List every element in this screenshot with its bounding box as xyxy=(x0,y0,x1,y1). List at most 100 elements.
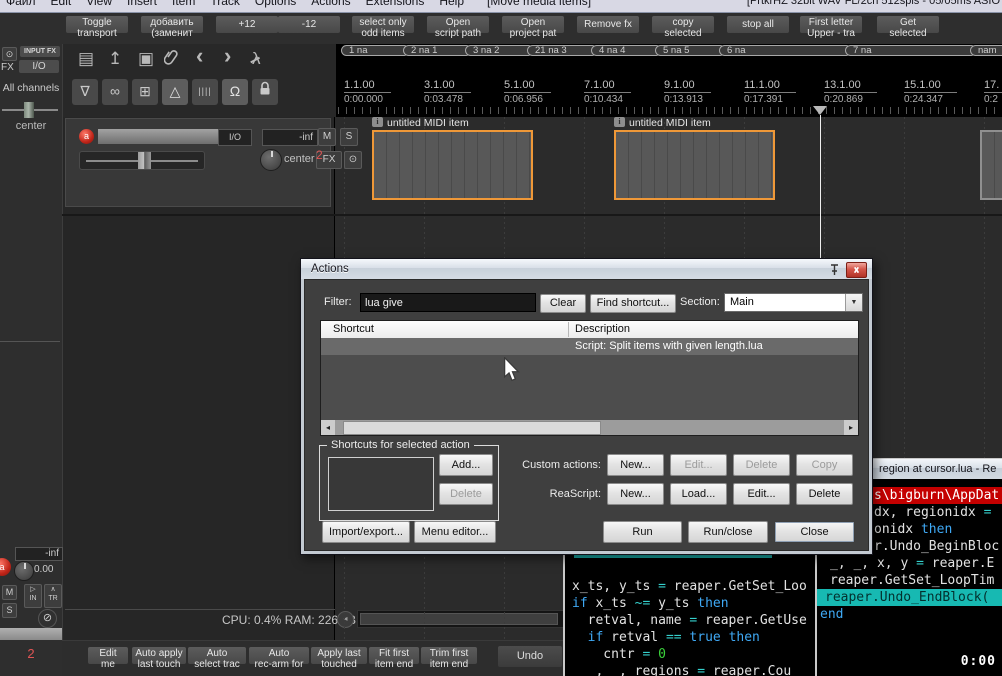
custom-action-copy-button[interactable]: Copy xyxy=(796,454,853,476)
horizontal-scrollbar[interactable] xyxy=(357,610,565,628)
menu-editor-button[interactable]: Menu editor... xyxy=(414,521,496,543)
track-volume-readout[interactable]: -inf xyxy=(262,129,318,146)
toolbar-button-7[interactable]: Remove fx xyxy=(577,16,639,33)
run-button[interactable]: Run xyxy=(603,521,682,543)
region-tab-3[interactable]: 3 na 2 xyxy=(465,45,532,56)
mixer-phase-button[interactable]: ⊘ xyxy=(38,609,57,628)
table-scroll-thumb[interactable] xyxy=(343,421,601,435)
reascript-new-button[interactable]: New... xyxy=(607,483,664,505)
lock-icon[interactable] xyxy=(252,79,278,105)
paperclip-icon[interactable] xyxy=(164,49,178,72)
import-export-button[interactable]: Import/export... xyxy=(322,521,410,543)
toolbar-button-4[interactable]: select only odd items xyxy=(352,16,414,33)
toolbar-button-9[interactable]: stop all xyxy=(727,16,789,33)
envelope-icon[interactable]: △ xyxy=(162,79,188,105)
playhead-marker[interactable] xyxy=(813,106,827,115)
section-dropdown[interactable]: Main ▼ xyxy=(724,293,863,312)
undo-button[interactable]: Undo xyxy=(498,646,562,667)
selected-action-row[interactable]: Script: Split items with given length.lu… xyxy=(321,338,858,355)
snap-magnet-icon[interactable]: Ω xyxy=(222,79,248,105)
volume-fader-handle[interactable] xyxy=(138,152,151,169)
custom-action-new-button[interactable]: New... xyxy=(607,454,664,476)
region-tab-8[interactable]: 7 na xyxy=(845,45,975,56)
find-shortcut-button[interactable]: Find shortcut... xyxy=(590,294,676,313)
run-close-button[interactable]: Run/close xyxy=(688,521,768,543)
toolbar-button-11[interactable]: Get selected xyxy=(877,16,939,33)
menu-insert[interactable]: Insert xyxy=(127,0,157,8)
clear-button[interactable]: Clear xyxy=(540,294,586,313)
io-button[interactable]: I/O xyxy=(19,60,59,73)
midi-item-1[interactable] xyxy=(372,130,533,200)
custom-action-edit-button[interactable]: Edit... xyxy=(670,454,727,476)
region-tab-9[interactable]: nam xyxy=(970,45,1002,56)
reascript-edit-button[interactable]: Edit... xyxy=(733,483,790,505)
menu-help[interactable]: Help xyxy=(439,0,464,8)
mixer-trim-button[interactable]: ∧ TR xyxy=(44,584,62,608)
pan-knob[interactable] xyxy=(260,149,282,171)
solo-button[interactable]: S xyxy=(340,128,358,146)
record-arm-button[interactable]: a xyxy=(79,129,94,144)
midi-item-2[interactable] xyxy=(614,130,775,200)
mixer-record-arm-button[interactable]: a xyxy=(0,558,11,576)
region-tab-6[interactable]: 5 na 5 xyxy=(655,45,724,56)
toolbar-button-8[interactable]: copy selected xyxy=(652,16,714,33)
region-tab-7[interactable]: 6 na xyxy=(719,45,850,56)
pan-slider[interactable] xyxy=(2,102,58,118)
mixer-volume-readout[interactable]: -inf xyxy=(15,547,63,561)
actions-table[interactable]: Shortcut Description Script: Split items… xyxy=(320,320,859,436)
track-name-field[interactable] xyxy=(98,129,218,144)
reascript-delete-button[interactable]: Delete xyxy=(796,483,853,505)
script-editor-mid[interactable]: auto instrument namer x_ts, y_ts = reape… xyxy=(563,543,817,676)
crossfade-icon[interactable]: |||| xyxy=(192,79,218,105)
midi-item-partial[interactable] xyxy=(980,130,1002,200)
scroll-left-button[interactable]: ◂ xyxy=(337,611,354,628)
mixer-mute-button[interactable]: M xyxy=(2,585,17,600)
filter-input[interactable] xyxy=(360,293,536,312)
mixer-solo-button[interactable]: S xyxy=(2,603,17,618)
column-shortcut[interactable]: Shortcut xyxy=(321,323,374,335)
close-button[interactable]: Close xyxy=(774,521,855,543)
shortcut-list[interactable] xyxy=(328,457,434,511)
table-hscrollbar[interactable]: ◂ ▸ xyxy=(321,420,858,435)
toolbar-button-1[interactable]: добавить (заменит xyxy=(141,16,203,33)
pan-slider-handle[interactable] xyxy=(24,102,34,118)
add-shortcut-button[interactable]: Add... xyxy=(439,454,493,476)
save-project-icon[interactable]: ▣ xyxy=(138,49,154,69)
new-project-icon[interactable]: ▤ xyxy=(78,49,94,69)
region-tab-5[interactable]: 4 na 4 xyxy=(591,45,660,56)
open-project-icon[interactable]: ↥ xyxy=(108,49,122,69)
mouse-modifier-icon[interactable]: ∇ xyxy=(72,79,98,105)
toolbar-button-5[interactable]: Open script path xyxy=(427,16,489,33)
delete-shortcut-button[interactable]: Delete xyxy=(439,483,493,505)
close-icon[interactable]: x xyxy=(846,262,867,278)
fx-bypass-button[interactable]: ⊙ xyxy=(344,151,362,169)
dialog-title-bar[interactable]: Actions x xyxy=(301,259,872,279)
toolbar-button-3[interactable]: -12 xyxy=(278,16,340,33)
toolbar-button-6[interactable]: Open project pat xyxy=(502,16,564,33)
column-description[interactable]: Description xyxy=(575,321,630,338)
scroll-right-arrow[interactable]: ▸ xyxy=(844,420,858,435)
menu-файл[interactable]: Файл xyxy=(6,0,36,8)
menu-track[interactable]: Track xyxy=(210,0,240,8)
toolbar-button-0[interactable]: Toggle transport xyxy=(66,16,128,33)
no-draw-tool-icon[interactable]: λ xyxy=(252,49,261,69)
bottom-toolbar-button-6[interactable]: Trim first item end xyxy=(421,647,477,664)
mixer-input-button[interactable]: ▷ IN xyxy=(24,584,42,608)
timeline-ruler[interactable]: 1.1.000:00.0003.1.000:03.4785.1.000:06.9… xyxy=(336,57,1002,117)
custom-action-delete-button[interactable]: Delete xyxy=(733,454,790,476)
region-tab-1[interactable]: 1 na xyxy=(341,45,408,56)
item-grouping-icon[interactable]: ∞ xyxy=(102,79,128,105)
undo-icon[interactable]: ‹ xyxy=(196,46,203,66)
redo-icon[interactable]: › xyxy=(224,46,231,66)
track-io-button[interactable]: I/O xyxy=(218,129,252,146)
input-fx-label[interactable]: INPUT FX xyxy=(20,46,60,57)
scroll-left-arrow[interactable]: ◂ xyxy=(321,420,335,435)
reascript-load-button[interactable]: Load... xyxy=(670,483,727,505)
mixer-knob[interactable] xyxy=(14,561,34,581)
menu-edit[interactable]: Edit xyxy=(51,0,72,8)
region-tab-2[interactable]: 2 na 1 xyxy=(403,45,470,56)
master-power-button[interactable]: ⊙ xyxy=(2,47,17,61)
region-tab-4[interactable]: 21 na 3 xyxy=(527,45,596,56)
menu-extensions[interactable]: Extensions xyxy=(366,0,425,8)
volume-fader[interactable] xyxy=(79,151,205,170)
